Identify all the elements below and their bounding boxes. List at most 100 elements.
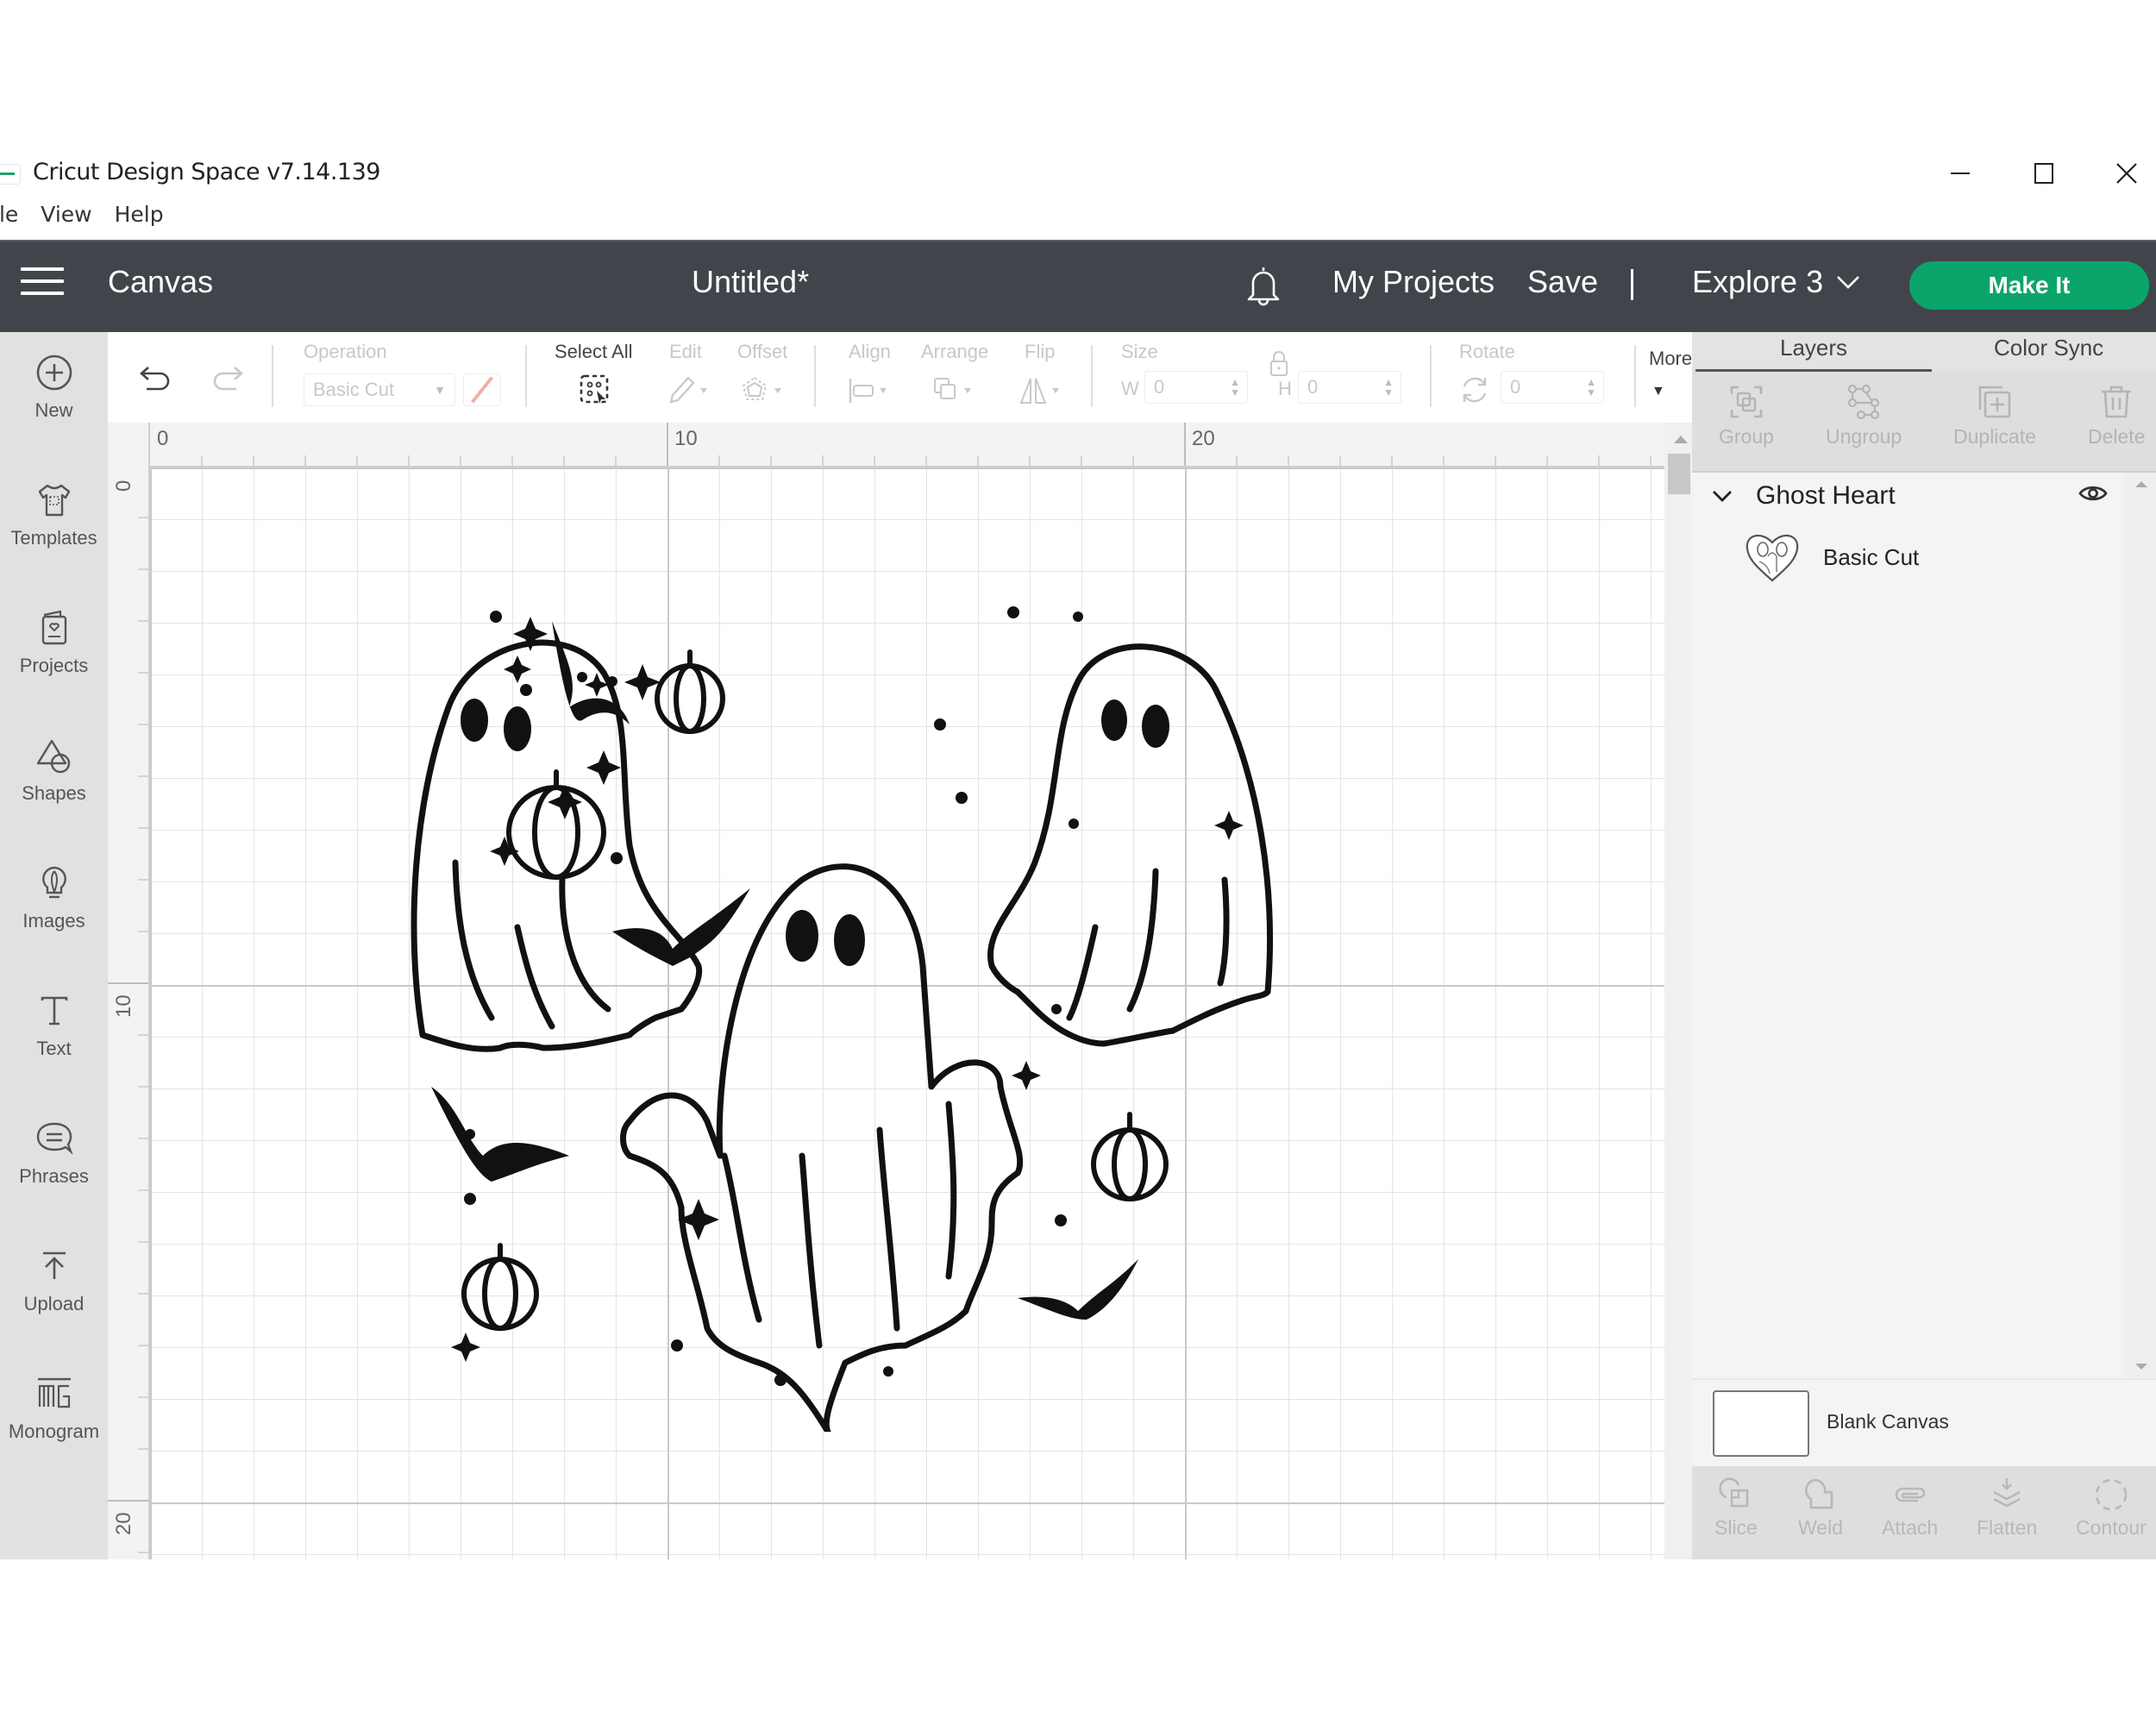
minimize-button[interactable] xyxy=(1934,152,1986,195)
width-value: 0 xyxy=(1154,376,1165,398)
sidebar-item-new[interactable]: New xyxy=(0,353,108,422)
chevron-down-icon[interactable] xyxy=(1709,486,1735,506)
sidebar-item-images[interactable]: Images xyxy=(0,863,108,932)
arrange-button[interactable] xyxy=(931,375,983,411)
slice-button[interactable]: Slice xyxy=(1714,1477,1758,1540)
align-button[interactable] xyxy=(847,375,899,411)
my-projects-link[interactable]: My Projects xyxy=(1332,264,1495,300)
text-icon xyxy=(41,996,67,1026)
left-sidebar: New Templates Projects Shapes Images Tex… xyxy=(0,332,108,1559)
scrollbar-thumb[interactable] xyxy=(1668,454,1690,494)
edit-button[interactable] xyxy=(664,373,716,411)
delete-button[interactable]: Delete xyxy=(2088,384,2145,448)
dropdown-arrow-icon: ▼ xyxy=(434,383,446,397)
tab-layers[interactable]: Layers xyxy=(1780,335,1847,361)
layer-row[interactable]: Basic Cut xyxy=(1742,530,1919,584)
ruler-corner xyxy=(108,423,150,467)
undo-icon xyxy=(140,367,170,391)
group-button[interactable]: Group xyxy=(1719,384,1774,448)
sidebar-item-shapes[interactable]: Shapes xyxy=(0,736,108,805)
menu-file[interactable]: ile xyxy=(0,202,18,236)
width-input[interactable]: 0 ▲ ▼ xyxy=(1144,371,1248,404)
rotate-label: Rotate xyxy=(1459,341,1515,362)
more-dropdown-icon[interactable]: ▼ xyxy=(1651,384,1665,399)
app-logo-icon xyxy=(0,164,21,185)
sidebar-label: Phrases xyxy=(19,1165,89,1187)
attach-button[interactable]: Attach xyxy=(1882,1477,1938,1540)
edit-label: Edit xyxy=(669,341,702,362)
contour-button[interactable]: Contour xyxy=(2076,1477,2147,1540)
sidebar-item-monogram[interactable]: Monogram xyxy=(0,1374,108,1443)
rotate-button[interactable] xyxy=(1457,373,1492,411)
sidebar-item-upload[interactable]: Upload xyxy=(0,1246,108,1315)
ruler-label: 20 xyxy=(1192,427,1215,450)
tab-color-sync[interactable]: Color Sync xyxy=(1994,335,2103,361)
cut-color-swatch-icon xyxy=(471,376,493,404)
operation-color-swatch[interactable] xyxy=(463,373,501,406)
sidebar-label: Monogram xyxy=(8,1421,100,1442)
layer-group-row[interactable]: Ghost Heart xyxy=(1709,481,1896,511)
sidebar-label: Projects xyxy=(19,655,89,676)
slice-label: Slice xyxy=(1714,1516,1758,1539)
blank-canvas-swatch[interactable] xyxy=(1713,1390,1809,1457)
layers-scrollbar[interactable] xyxy=(2123,473,2156,1378)
operation-select[interactable]: Basic Cut ▼ xyxy=(304,373,455,406)
size-label: Size xyxy=(1121,341,1158,362)
hamburger-menu-icon[interactable] xyxy=(21,267,64,302)
flip-label: Flip xyxy=(1025,341,1056,362)
toolbar-divider xyxy=(525,345,527,407)
document-title: Untitled* xyxy=(692,264,810,299)
scroll-down-arrow-icon[interactable] xyxy=(2135,1364,2147,1370)
machine-select[interactable]: Explore 3 xyxy=(1692,264,1861,300)
offset-button[interactable] xyxy=(738,373,790,411)
height-stepper-icon[interactable]: ▲ ▼ xyxy=(1383,377,1394,398)
layer-group-name: Ghost Heart xyxy=(1756,481,1896,510)
close-icon xyxy=(2116,163,2137,184)
sidebar-item-phrases[interactable]: Phrases xyxy=(0,1119,108,1188)
select-all-button[interactable] xyxy=(578,373,612,411)
menu-bar: ile View Help xyxy=(0,202,186,236)
right-ghost xyxy=(987,643,1273,1047)
ghost-heart-design[interactable] xyxy=(397,604,1302,1432)
duplicate-icon xyxy=(1978,386,2011,418)
ruler-label: 10 xyxy=(112,994,135,1018)
paperclip-icon xyxy=(1895,1487,1925,1502)
width-stepper-icon[interactable]: ▲ ▼ xyxy=(1230,377,1240,398)
ruler-label: 10 xyxy=(674,427,698,450)
undo-button[interactable] xyxy=(136,362,176,401)
width-label: W xyxy=(1121,378,1139,399)
arrange-icon xyxy=(934,378,971,399)
sidebar-item-templates[interactable]: Templates xyxy=(0,480,108,549)
visibility-toggle[interactable] xyxy=(2078,481,2108,510)
menu-view[interactable]: View xyxy=(41,202,91,236)
sidebar-label: Images xyxy=(22,910,85,932)
height-input[interactable]: 0 ▲ ▼ xyxy=(1298,371,1401,404)
weld-icon xyxy=(1805,1478,1833,1509)
flip-button[interactable] xyxy=(1018,375,1069,411)
redo-button[interactable] xyxy=(207,362,247,401)
duplicate-button[interactable]: Duplicate xyxy=(1953,384,2036,448)
make-it-button[interactable]: Make It xyxy=(1909,261,2149,310)
rotate-input[interactable]: 0 ▲ ▼ xyxy=(1501,371,1604,404)
close-button[interactable] xyxy=(2101,152,2153,195)
ungroup-button[interactable]: Ungroup xyxy=(1826,384,1902,448)
vertical-ruler: 0 10 20 xyxy=(108,466,150,1559)
select-all-label: Select All xyxy=(555,341,633,362)
align-left-icon xyxy=(849,379,887,403)
notifications-bell-icon[interactable] xyxy=(1244,264,1282,307)
maximize-button[interactable] xyxy=(2018,152,2070,195)
canvas-vertical-scrollbar[interactable] xyxy=(1664,423,1692,1559)
blank-canvas-label: Blank Canvas xyxy=(1827,1410,1949,1433)
weld-button[interactable]: Weld xyxy=(1798,1477,1843,1540)
menu-help[interactable]: Help xyxy=(115,202,164,236)
slice-icon xyxy=(1719,1477,1749,1508)
sidebar-item-projects[interactable]: Projects xyxy=(0,608,108,677)
save-button[interactable]: Save xyxy=(1527,264,1598,300)
flatten-button[interactable]: Flatten xyxy=(1977,1477,2037,1540)
scroll-up-arrow-icon[interactable] xyxy=(1674,436,1688,443)
scroll-up-arrow-icon[interactable] xyxy=(2135,481,2147,487)
sidebar-item-text[interactable]: Text xyxy=(0,991,108,1060)
rotate-stepper-icon[interactable]: ▲ ▼ xyxy=(1586,377,1596,398)
duplicate-label: Duplicate xyxy=(1953,425,2036,448)
offset-icon xyxy=(742,376,781,400)
